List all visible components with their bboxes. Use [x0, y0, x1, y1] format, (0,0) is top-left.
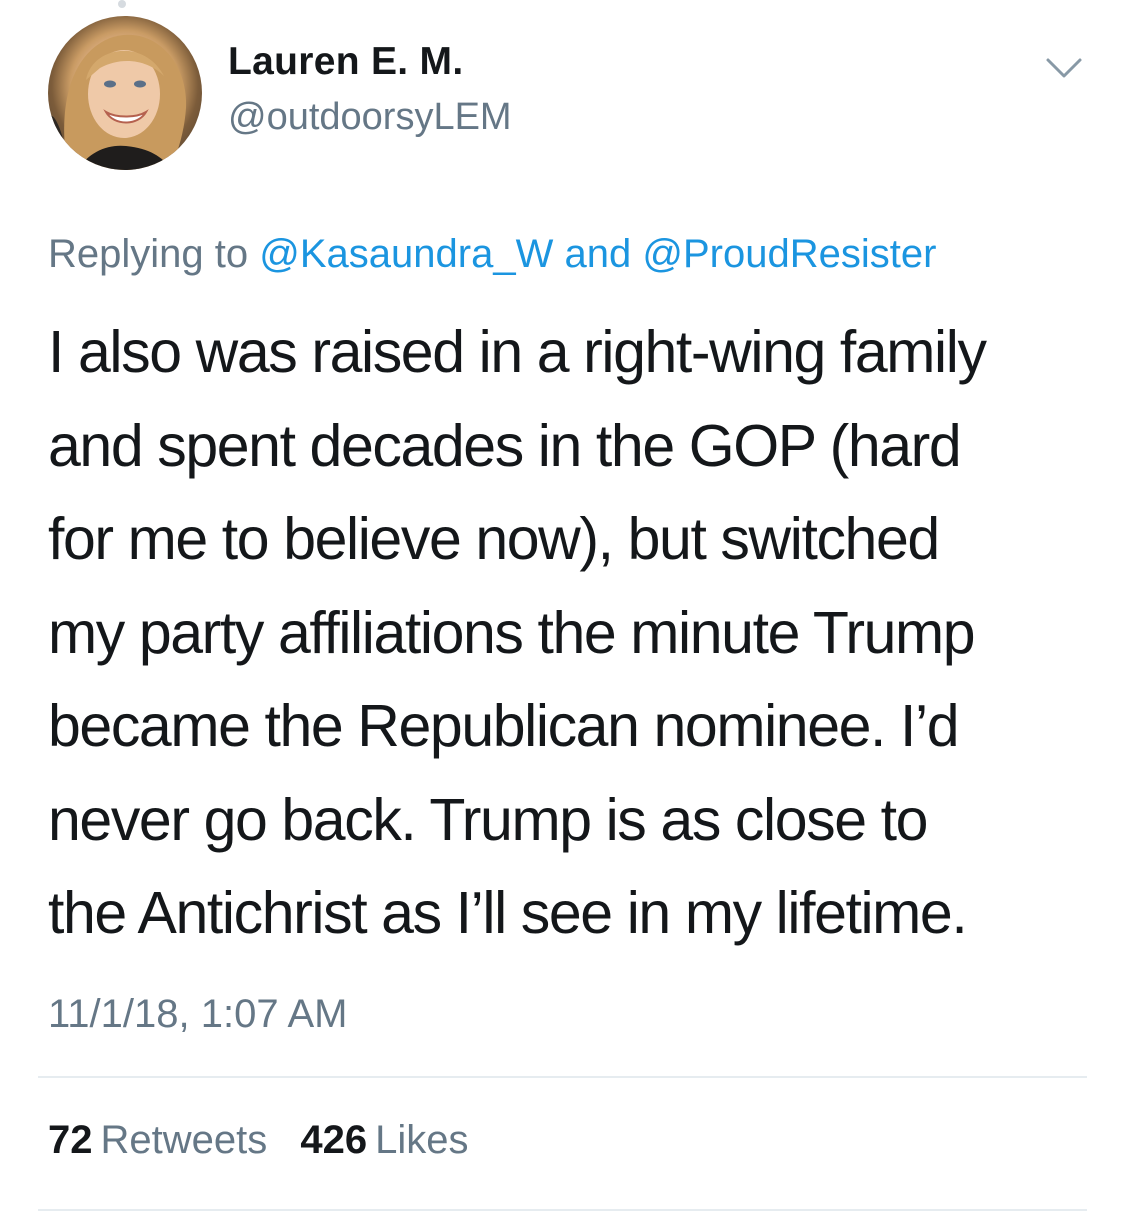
- retweets-count: 72: [48, 1118, 93, 1162]
- chevron-down-icon[interactable]: [1042, 52, 1086, 84]
- tweet-text-line: became the Republican nominee. I’d: [48, 693, 960, 759]
- retweets-label: Retweets: [100, 1118, 268, 1162]
- author-display-name[interactable]: Lauren E. M.: [228, 40, 463, 84]
- thread-connector-dot: [118, 0, 126, 8]
- author-handle[interactable]: @outdoorsyLEM: [228, 96, 512, 139]
- tweet-timestamp: 11/1/18, 1:07 AM: [48, 992, 348, 1036]
- likes-label: Likes: [375, 1118, 469, 1162]
- tweet-text-line: I also was raised in a right-wing family: [48, 319, 987, 385]
- replying-to-prefix: Replying to: [48, 232, 249, 276]
- likes-count: 426: [300, 1118, 368, 1162]
- divider: [38, 1209, 1087, 1211]
- tweet-text-line: my party affiliations the minute Trump: [48, 599, 976, 666]
- divider: [38, 1076, 1087, 1078]
- mention-link[interactable]: @ProudResister: [642, 232, 936, 276]
- tweet-text-line: never go back. Trump is as close to: [48, 786, 928, 853]
- tweet-text-line: for me to believe now), but switched: [48, 506, 940, 572]
- profile-photo-icon: [48, 34, 187, 170]
- tweet-text: I also was raised in a right-wing family…: [48, 306, 1088, 961]
- mention-link[interactable]: @Kasaundra_W: [259, 232, 553, 276]
- avatar[interactable]: [48, 16, 202, 170]
- tweet-detail: Lauren E. M. @outdoorsyLEM Replying to @…: [0, 0, 1125, 1213]
- likes-stat[interactable]: 426 Likes: [300, 1118, 468, 1163]
- tweet-text-line: and spent decades in the GOP (hard: [48, 412, 962, 479]
- replying-to-line: Replying to @Kasaundra_W and @ProudResis…: [48, 232, 936, 277]
- retweets-stat[interactable]: 72 Retweets: [48, 1118, 267, 1163]
- tweet-stats: 72 Retweets 426 Likes: [48, 1118, 491, 1163]
- tweet-text-line: the Antichrist as I’ll see in my lifetim…: [48, 880, 968, 946]
- mention-joiner[interactable]: and: [564, 232, 631, 276]
